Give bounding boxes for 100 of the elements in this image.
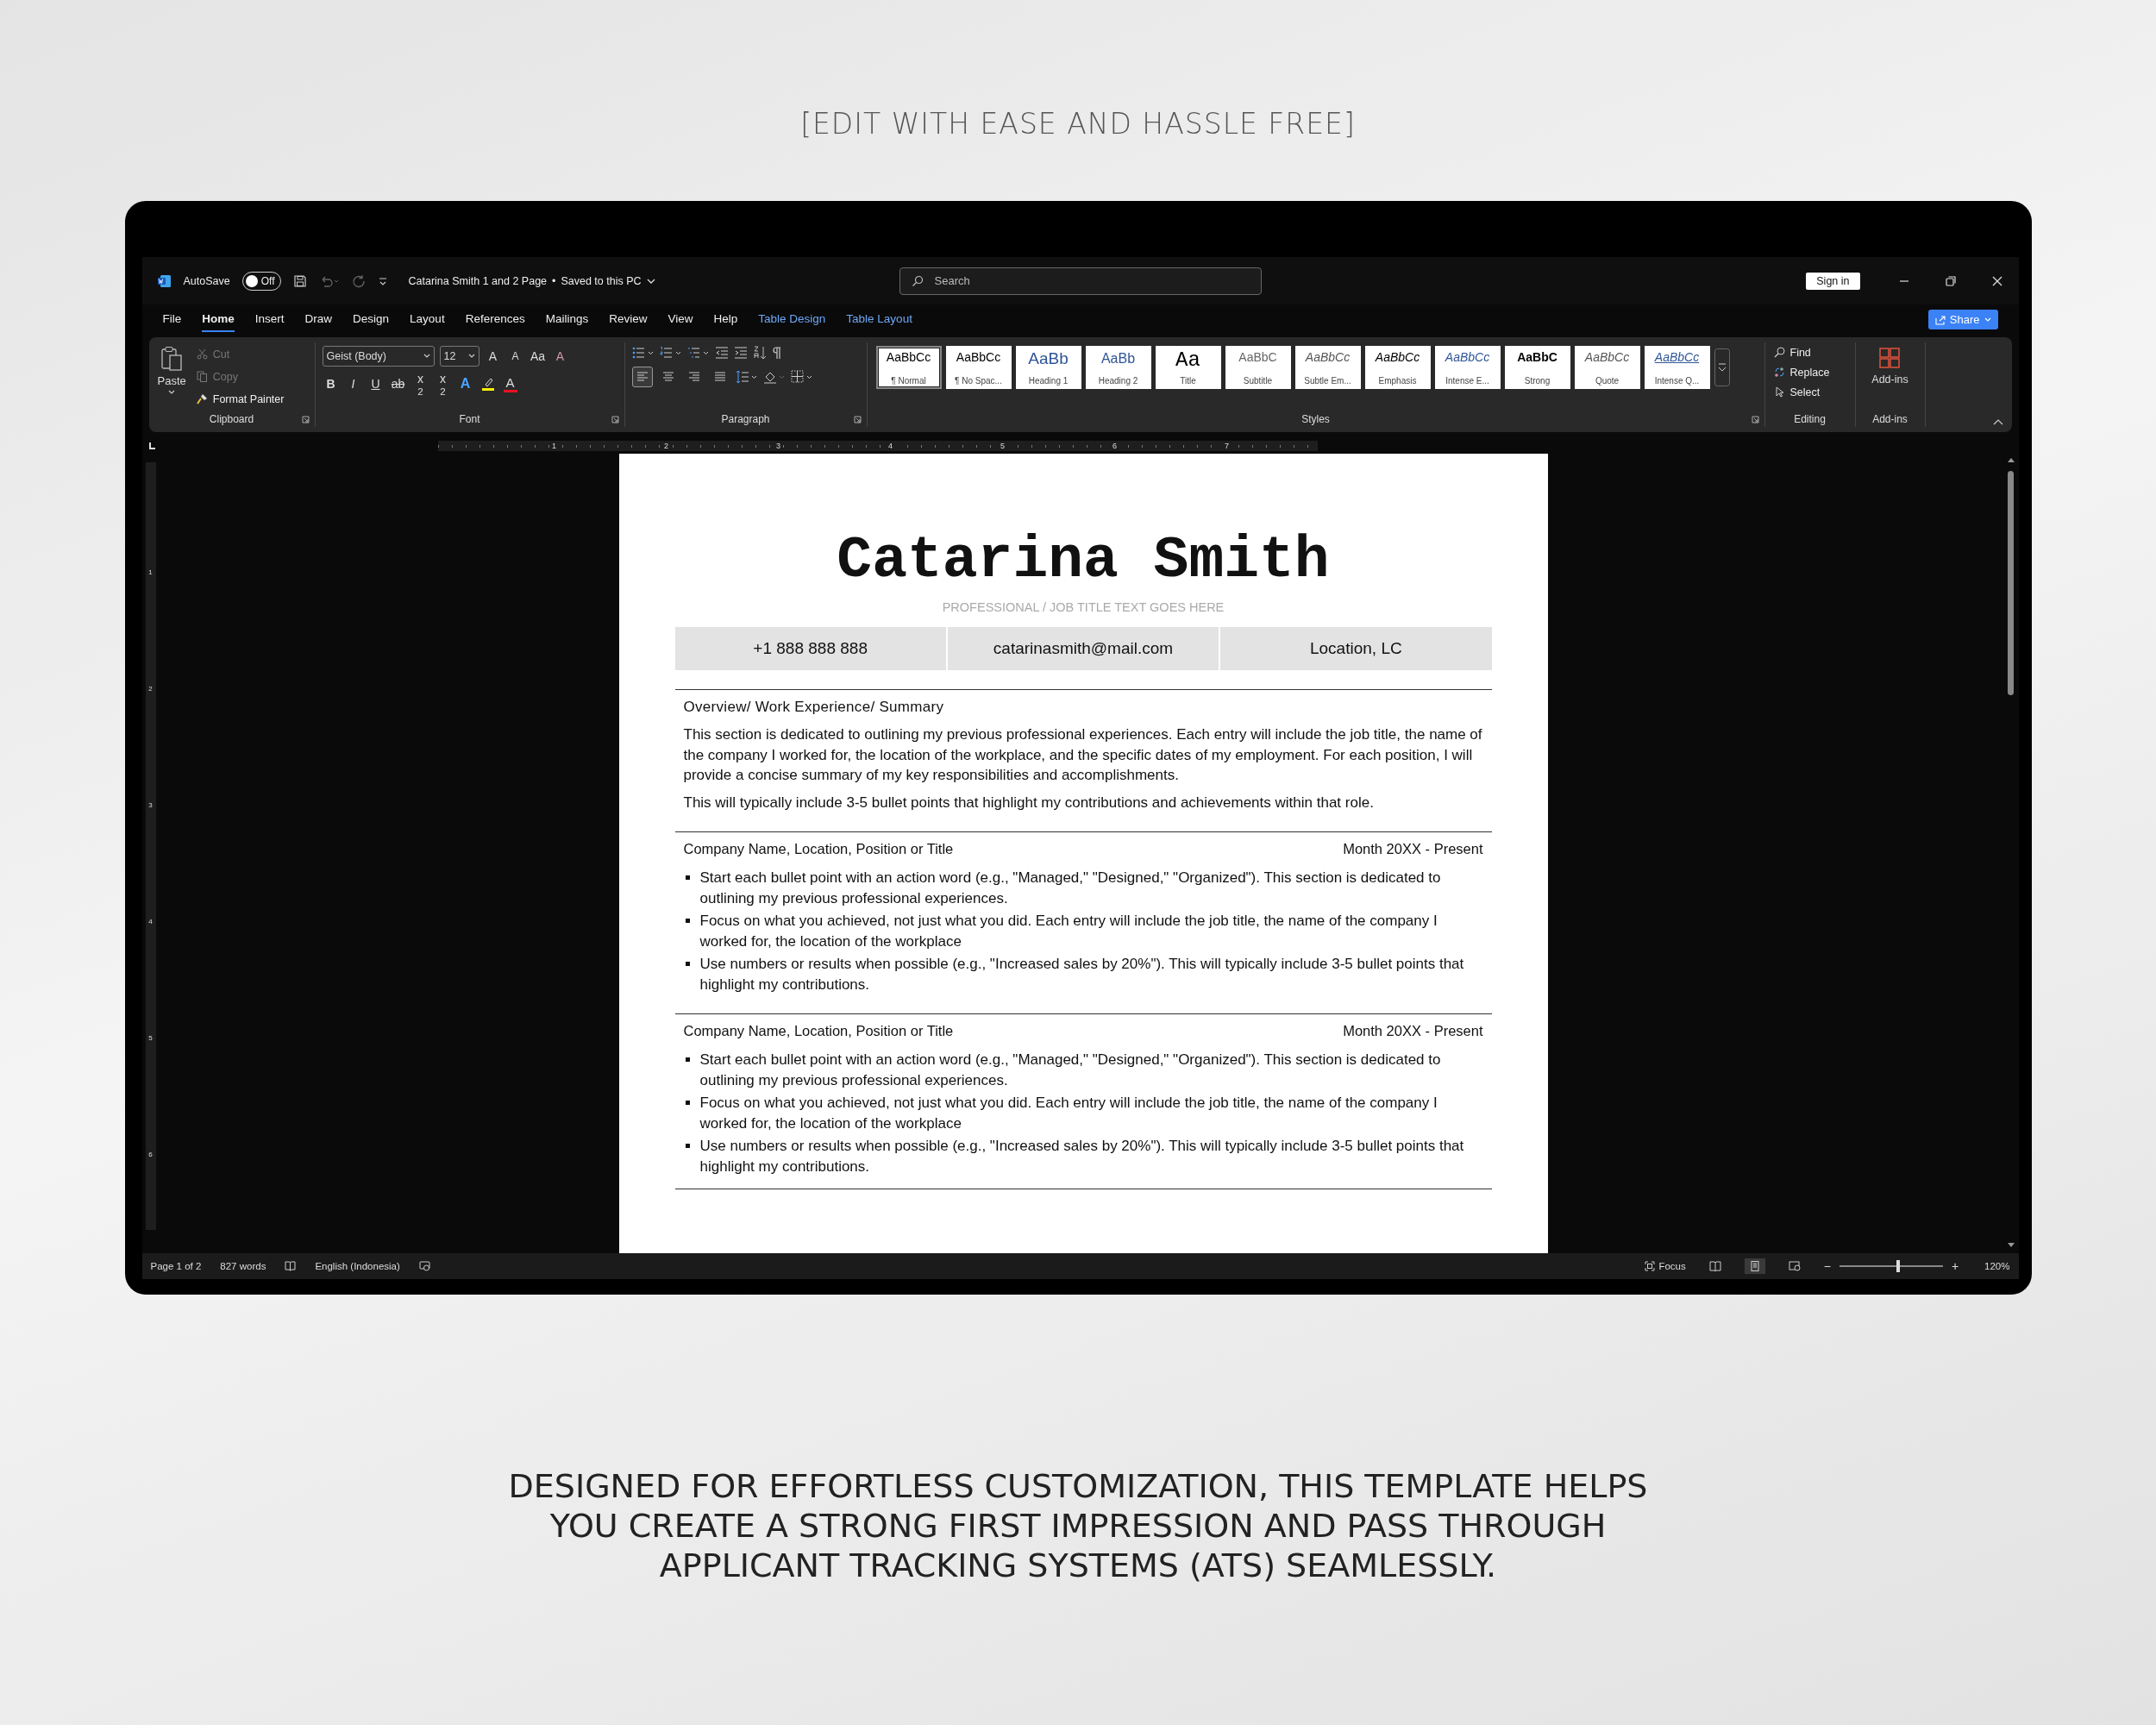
replace-icon	[1773, 367, 1785, 378]
promo-tagline: APPLICANT TRACKING SYSTEMS (ATS) SEAMLESSLY.	[659, 1546, 1497, 1584]
scrollbar-thumb[interactable]	[2008, 471, 2014, 695]
menu-tab[interactable]: Mailings	[545, 307, 589, 332]
numbering-icon[interactable]	[659, 346, 682, 360]
style-preset[interactable]: AaBbCc ¶ No Spac...	[945, 346, 1012, 389]
style-preset[interactable]: AaBbCc Subtle Em...	[1294, 346, 1361, 389]
style-preset[interactable]: Aa Title	[1155, 346, 1221, 389]
dialog-launcher-icon[interactable]	[853, 415, 862, 423]
proofing-book-icon[interactable]	[285, 1261, 297, 1271]
menu-tab[interactable]: Insert	[254, 307, 285, 332]
copy-icon	[196, 371, 208, 382]
clear-formatting-button[interactable]: A	[551, 346, 569, 367]
accessibility-icon[interactable]	[418, 1261, 430, 1271]
autosave-label: AutoSave	[183, 274, 230, 287]
close-icon[interactable]	[1990, 274, 2003, 287]
focus-button[interactable]: Focus	[1645, 1261, 1686, 1271]
change-case-button[interactable]: Aa	[529, 346, 547, 367]
body-paragraph: This will typically include 3-5 bullet points that highlight my contributions and achievements within that role.	[683, 793, 1375, 812]
share-button[interactable]: Share	[1927, 310, 1998, 329]
font-format-button[interactable]: A	[456, 373, 474, 394]
style-preset[interactable]: AaBb Heading 1	[1015, 346, 1081, 389]
redo-icon[interactable]	[351, 273, 366, 288]
pilcrow-icon[interactable]	[771, 346, 782, 360]
scroll-down-icon[interactable]	[2007, 1243, 2015, 1248]
gallery-more-icon[interactable]	[1714, 348, 1730, 386]
page-count[interactable]: Page 1 of 2	[150, 1261, 202, 1271]
style-preset[interactable]: AaBbCc Intense Q...	[1644, 346, 1710, 389]
zoom-level[interactable]: 120%	[1984, 1261, 2010, 1271]
sort-icon[interactable]	[752, 346, 767, 360]
scroll-up-icon[interactable]	[2007, 457, 2015, 462]
line-spacing-icon[interactable]	[735, 370, 758, 384]
bullets-icon[interactable]	[631, 346, 655, 360]
job-title: PROFESSIONAL / JOB TITLE TEXT GOES HERE	[941, 600, 1225, 614]
menu-tab[interactable]: View	[667, 307, 693, 332]
add-ins-button[interactable]: Add-ins	[1871, 342, 1908, 411]
menu-tab[interactable]: References	[465, 307, 525, 332]
paintbrush-icon	[196, 393, 208, 405]
print-layout-button[interactable]	[1744, 1258, 1765, 1274]
ruler-number: 1	[148, 568, 153, 576]
replace-button[interactable]: Replace	[1773, 362, 1846, 382]
style-preset[interactable]: AaBbCc Quote	[1574, 346, 1640, 389]
style-preset[interactable]: AaBbCc ¶ Normal	[875, 346, 942, 389]
menu-tab[interactable]: Table Design	[758, 307, 826, 332]
menu-tab[interactable]: Draw	[304, 307, 333, 332]
chevron-down-icon	[1984, 317, 1991, 323]
search-field[interactable]: Search	[899, 267, 1262, 295]
dialog-launcher-icon[interactable]	[611, 415, 619, 423]
select-button[interactable]: Select	[1773, 382, 1846, 402]
document-title[interactable]: Catarina Smith 1 and 2 Page • Saved to this PC	[408, 274, 655, 287]
decrease-indent-icon[interactable]	[714, 346, 729, 360]
increase-indent-icon[interactable]	[733, 346, 748, 360]
group-label: Font	[459, 413, 480, 425]
menu-tab[interactable]: Layout	[410, 307, 445, 332]
restore-icon[interactable]	[1944, 274, 1957, 287]
borders-icon[interactable]	[790, 370, 813, 384]
menu-tab[interactable]: File	[162, 307, 182, 332]
menu-tab[interactable]: Home	[202, 307, 235, 332]
zoom-out-button[interactable]: −	[1823, 1259, 1831, 1273]
sign-in-button[interactable]: Sign in	[1806, 272, 1860, 290]
style-preset[interactable]: AaBbC Strong	[1504, 346, 1570, 389]
style-preset[interactable]: AaBbCc Emphasis	[1364, 346, 1431, 389]
font-format-button[interactable]: U	[367, 373, 385, 394]
menu-tab[interactable]: Design	[353, 307, 390, 332]
menu-tab[interactable]: Review	[609, 307, 648, 332]
font-name-dropdown[interactable]: Geist (Body)	[322, 346, 435, 367]
font-color-button[interactable]: A	[501, 373, 519, 394]
chevron-down-icon	[646, 277, 655, 285]
language-status[interactable]: English (Indonesia)	[315, 1261, 400, 1271]
scissors-icon	[196, 348, 208, 360]
tab-selector-icon[interactable]	[147, 442, 156, 450]
page-icon	[1748, 1261, 1761, 1271]
style-preset[interactable]: AaBb Heading 2	[1085, 346, 1151, 389]
dialog-launcher-icon[interactable]	[1751, 415, 1759, 423]
shrink-font-button[interactable]: A	[506, 346, 524, 367]
ruler-number: 6	[148, 1151, 153, 1158]
save-icon[interactable]	[292, 273, 307, 288]
align-left-button[interactable]	[631, 367, 653, 387]
contact-cell: catarinasmith@mail.com	[947, 627, 1219, 670]
style-preset[interactable]: AaBbC Subtitle	[1225, 346, 1291, 389]
font-format-button[interactable]: I	[344, 373, 362, 394]
font-size-dropdown[interactable]: 12	[439, 346, 479, 367]
font-format-button[interactable]: B	[322, 373, 340, 394]
font-format-button[interactable]: ab	[389, 373, 407, 394]
word-count[interactable]: 827 words	[220, 1261, 266, 1271]
grow-font-button[interactable]: A	[484, 346, 502, 367]
menu-tab[interactable]: Help	[713, 307, 738, 332]
format-painter-button[interactable]: Format Painter	[196, 389, 285, 409]
find-button[interactable]: Find	[1773, 342, 1846, 362]
multilevel-list-icon[interactable]	[686, 346, 710, 360]
dialog-launcher-icon[interactable]	[301, 415, 310, 423]
style-preset[interactable]: AaBbCc Intense E...	[1434, 346, 1501, 389]
menu-tab[interactable]: Table Layout	[846, 307, 912, 332]
collapse-ribbon-icon[interactable]	[1992, 418, 2003, 425]
zoom-in-button[interactable]: +	[1951, 1259, 1959, 1273]
ruler-number: 6	[1111, 442, 1119, 450]
shading-icon[interactable]	[762, 370, 786, 384]
paste-button[interactable]: Paste	[157, 344, 186, 410]
bullet-icon	[685, 1057, 690, 1062]
bullet-icon	[685, 919, 690, 923]
